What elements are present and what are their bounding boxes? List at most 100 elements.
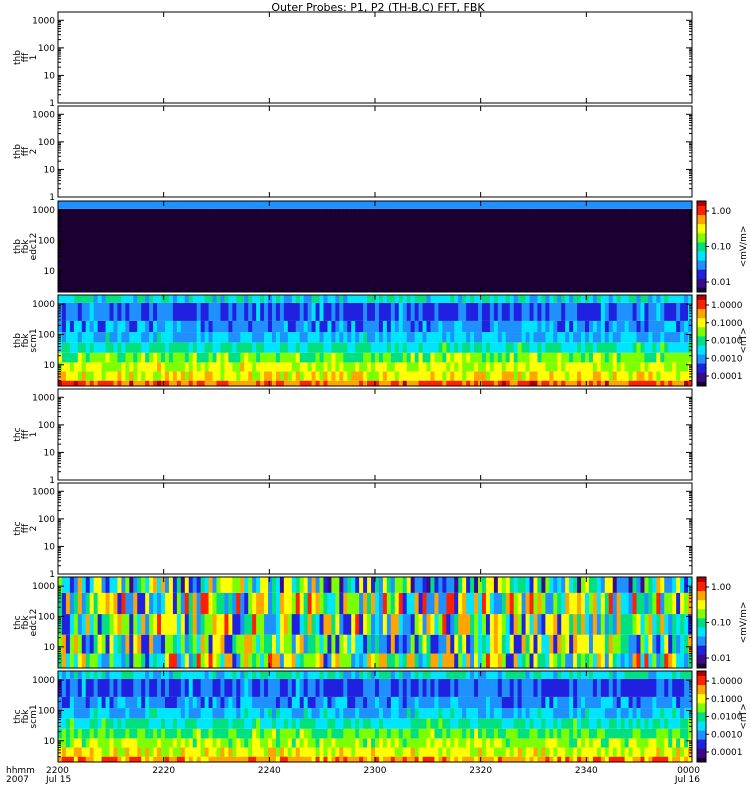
heat-cell	[501, 756, 507, 762]
heat-cell	[509, 208, 515, 292]
heat-cell	[596, 708, 602, 719]
heat-cell	[561, 352, 566, 363]
panel-ylabel: thcfff1	[13, 427, 39, 441]
heat-cell	[565, 302, 570, 321]
heat-cell	[481, 201, 487, 209]
heat-cell	[248, 708, 253, 719]
heat-cell	[577, 302, 582, 321]
heat-cell	[525, 332, 530, 343]
heat-cell	[85, 756, 91, 762]
heat-cell	[228, 708, 233, 719]
heat-cell	[101, 332, 106, 343]
heat-cell	[569, 352, 574, 363]
heat-cell	[561, 728, 566, 739]
heat-cell	[513, 708, 519, 719]
heat-cell	[466, 671, 471, 679]
colorbar-step	[697, 338, 706, 341]
heat-cell	[676, 320, 681, 333]
heat-cell	[398, 201, 404, 209]
y-tick-label: 1	[49, 570, 55, 580]
heat-cell	[168, 614, 174, 635]
heat-cell	[620, 738, 626, 748]
heat-cell	[402, 728, 408, 739]
heat-cell	[430, 634, 435, 654]
heat-cell	[497, 332, 503, 343]
heat-cell	[287, 380, 293, 386]
heat-cell	[636, 653, 641, 668]
heat-cell	[462, 671, 467, 679]
heat-cell	[422, 718, 427, 729]
heat-cell	[351, 208, 356, 292]
heat-cell	[200, 362, 206, 372]
heat-cell	[311, 371, 316, 381]
heat-cell	[69, 653, 75, 668]
heat-cell	[470, 738, 475, 748]
heat-cell	[236, 380, 241, 386]
heat-cell	[311, 634, 316, 654]
heat-cell	[303, 671, 309, 679]
heat-cell	[474, 634, 479, 654]
heat-cell	[367, 728, 372, 739]
heat-cell	[268, 738, 273, 748]
heat-cell	[61, 634, 67, 654]
colorbar-step	[697, 677, 706, 681]
heat-cell	[323, 592, 328, 615]
heat-cell	[299, 342, 305, 353]
heat-cell	[196, 747, 202, 757]
heat-cell	[355, 302, 360, 321]
heat-cell	[513, 320, 519, 333]
heat-cell	[470, 747, 475, 757]
heat-cell	[561, 756, 566, 762]
heat-cell	[394, 738, 400, 748]
colorbar-step	[697, 730, 706, 733]
heat-cell	[129, 342, 134, 353]
heat-cell	[200, 371, 206, 381]
heat-cell	[525, 614, 530, 635]
heat-cell	[208, 614, 213, 635]
heat-cell	[521, 718, 526, 729]
heat-cell	[636, 696, 641, 709]
heat-cell	[394, 371, 400, 381]
heat-cell	[501, 352, 507, 363]
heat-cell	[315, 201, 320, 209]
heat-cell	[311, 592, 316, 615]
y-tick-label: 1000	[32, 300, 55, 310]
heat-cell	[283, 342, 289, 353]
heat-cell	[153, 577, 158, 593]
heat-cell	[200, 201, 206, 209]
heat-cell	[343, 592, 348, 615]
heat-cell	[652, 320, 657, 333]
heat-cell	[240, 671, 245, 679]
heat-cell	[216, 756, 221, 762]
heat-cell	[220, 728, 225, 739]
heat-cell	[430, 614, 435, 635]
heat-cell	[137, 320, 142, 333]
heat-cell	[264, 708, 269, 719]
heat-cell	[113, 756, 118, 762]
heat-cell	[382, 671, 388, 679]
heat-cell	[600, 634, 606, 654]
heat-cell	[398, 696, 404, 709]
heat-cell	[236, 653, 241, 668]
heat-cell	[315, 342, 320, 353]
heat-cell	[656, 371, 661, 381]
heat-cell	[117, 718, 122, 729]
heat-cell	[335, 718, 340, 729]
heat-cell	[668, 614, 673, 635]
heat-cell	[240, 756, 245, 762]
heat-cell	[275, 371, 281, 381]
heat-cell	[307, 738, 312, 748]
heat-cell	[232, 671, 237, 679]
heat-cell	[525, 708, 530, 719]
heat-cell	[252, 332, 257, 343]
heat-cell	[141, 295, 146, 303]
heat-cell	[557, 738, 562, 748]
heat-cell	[481, 708, 487, 719]
heat-cell	[541, 302, 546, 321]
heat-cell	[367, 634, 372, 654]
heat-cell	[656, 678, 661, 697]
heat-cell	[168, 634, 174, 654]
heat-cell	[632, 577, 637, 593]
heat-cell	[493, 380, 499, 386]
heat-cell	[549, 371, 554, 381]
